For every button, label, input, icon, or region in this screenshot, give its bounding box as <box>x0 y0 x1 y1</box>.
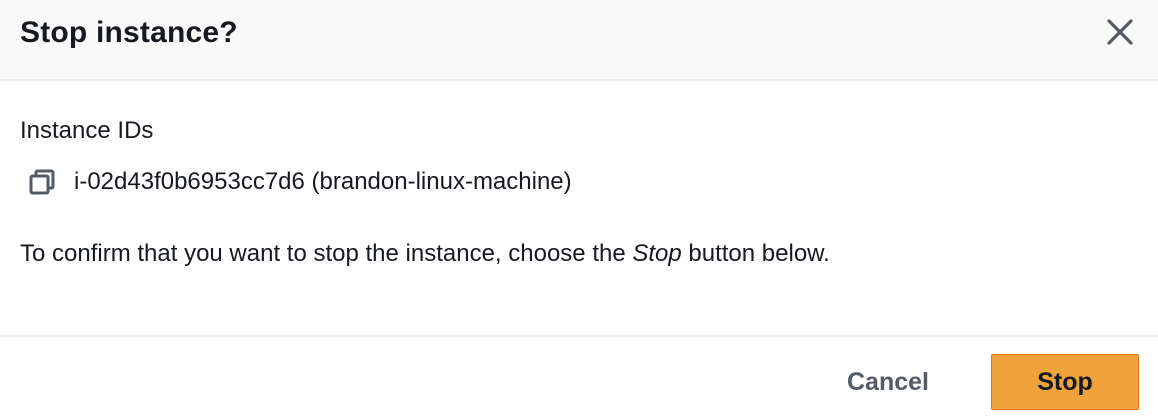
copy-icon[interactable] <box>28 168 56 196</box>
close-button[interactable] <box>1100 12 1140 52</box>
dialog-header: Stop instance? <box>0 0 1158 81</box>
confirmation-emphasis: Stop <box>632 240 682 267</box>
confirmation-prefix: To confirm that you want to stop the ins… <box>20 240 633 267</box>
stop-button[interactable]: Stop <box>991 354 1139 410</box>
cancel-button[interactable]: Cancel <box>826 354 950 410</box>
dialog-footer: Cancel Stop <box>0 335 1158 416</box>
instance-id-text: i-02d43f0b6953cc7d6 (brandon-linux-machi… <box>74 168 572 195</box>
dialog-body: Instance IDs i-02d43f0b6953cc7d6 (brando… <box>0 81 1158 335</box>
close-icon <box>1100 12 1140 52</box>
instance-ids-label: Instance IDs <box>20 117 154 144</box>
stop-instance-dialog: Stop instance? Instance IDs i-02d43f0b69… <box>0 0 1158 416</box>
instance-id-row: i-02d43f0b6953cc7d6 (brandon-linux-machi… <box>28 167 572 197</box>
confirmation-message: To confirm that you want to stop the ins… <box>20 240 830 268</box>
confirmation-suffix: button below. <box>681 240 830 267</box>
dialog-title: Stop instance? <box>20 16 238 49</box>
